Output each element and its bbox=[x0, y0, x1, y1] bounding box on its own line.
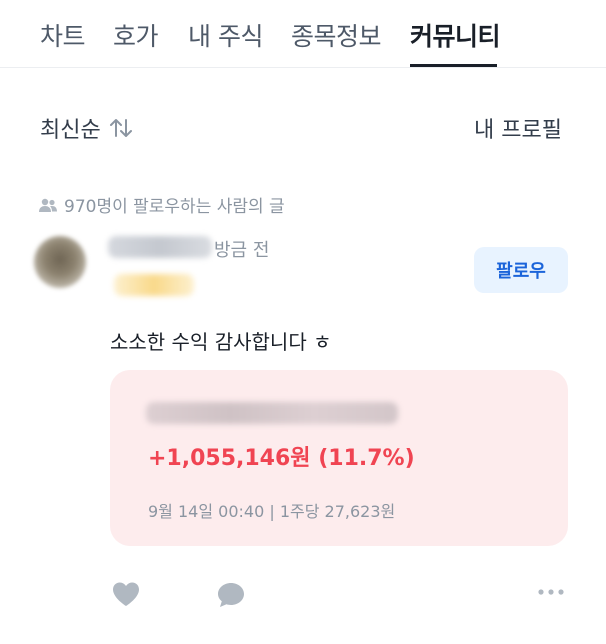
tab-community[interactable]: 커뮤니티 bbox=[410, 17, 501, 53]
tab-bar: 차트 호가 내 주식 종목정보 커뮤니티 bbox=[0, 0, 606, 68]
tab-chart[interactable]: 차트 bbox=[40, 17, 86, 53]
sort-button[interactable]: 최신순 bbox=[40, 112, 133, 144]
followers-text: 970명이 팔로우하는 사람의 글 bbox=[64, 197, 285, 217]
my-profile-link[interactable]: 내 프로필 bbox=[474, 112, 562, 144]
tab-stock-info[interactable]: 종목정보 bbox=[291, 17, 382, 53]
trade-card[interactable]: +1,055,146원 (11.7%) 9월 14일 00:40 | 1주당 2… bbox=[110, 370, 568, 546]
author-badge-blurred bbox=[114, 274, 194, 296]
tab-orderbook[interactable]: 호가 bbox=[113, 17, 159, 53]
more-icon[interactable] bbox=[538, 588, 564, 596]
stock-name-blurred bbox=[146, 402, 398, 424]
profit-amount: +1,055,146원 (11.7%) bbox=[148, 446, 415, 471]
sort-arrows-icon bbox=[109, 117, 133, 139]
people-icon bbox=[38, 197, 58, 213]
trade-info: 9월 14일 00:40 | 1주당 27,623원 bbox=[148, 502, 396, 521]
heart-icon[interactable] bbox=[111, 580, 141, 608]
sort-label: 최신순 bbox=[40, 118, 101, 143]
followers-feed-label: 970명이 팔로우하는 사람의 글 bbox=[38, 192, 285, 217]
active-tab-indicator bbox=[410, 64, 497, 67]
author-name-blurred[interactable] bbox=[108, 236, 212, 258]
avatar[interactable] bbox=[34, 236, 86, 288]
post-time: 방금 전 bbox=[214, 240, 270, 261]
follow-button[interactable]: 팔로우 bbox=[474, 247, 568, 293]
comment-icon[interactable] bbox=[216, 580, 246, 610]
tab-my-stock[interactable]: 내 주식 bbox=[188, 17, 263, 53]
post-text: 소소한 수익 감사합니다 ㅎ bbox=[110, 330, 332, 354]
